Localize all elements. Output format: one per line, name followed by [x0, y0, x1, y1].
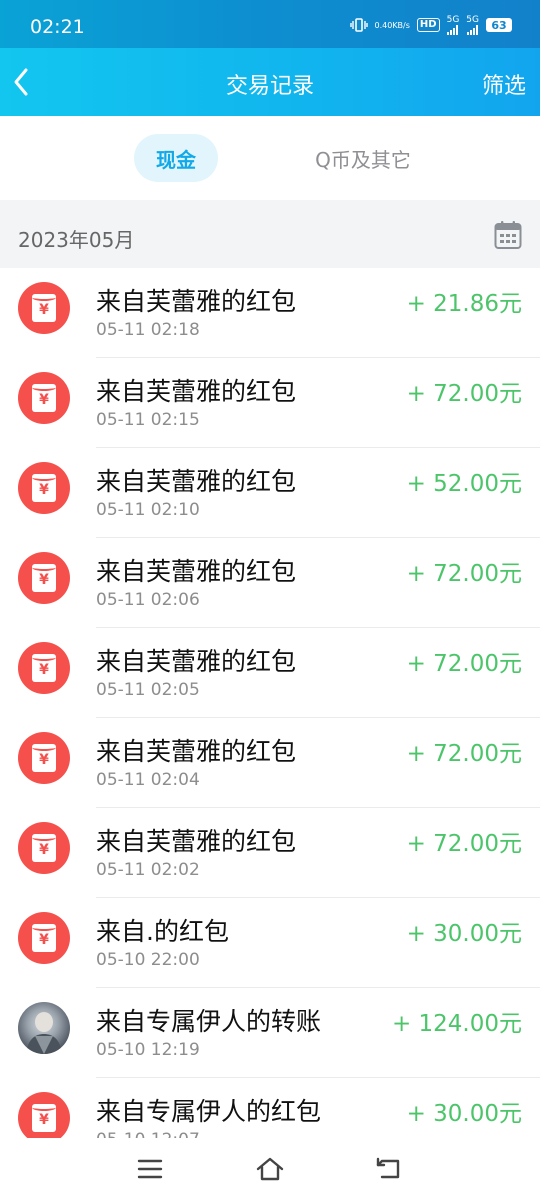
avatar	[18, 1002, 70, 1054]
red-packet-icon: ¥	[18, 732, 70, 784]
transaction-time: 05-11 02:04	[96, 770, 200, 790]
list-item[interactable]: 来自专属伊人的转账 05-10 12:19 + 124.00元	[0, 988, 540, 1078]
transaction-amount: + 72.00元	[406, 561, 522, 587]
transaction-amount: + 72.00元	[406, 651, 522, 677]
tab-cash[interactable]: 现金	[134, 134, 218, 182]
transaction-time: 05-10 22:00	[96, 950, 200, 970]
transaction-title: 来自专属伊人的转账	[96, 1007, 322, 1036]
red-packet-icon: ¥	[18, 372, 70, 424]
red-packet-icon: ¥	[18, 462, 70, 514]
home-icon[interactable]	[254, 1154, 286, 1184]
tab-qcoin[interactable]: Q币及其它	[300, 134, 426, 182]
transaction-amount: + 124.00元	[391, 1011, 522, 1037]
transaction-time: 05-11 02:18	[96, 320, 200, 340]
transaction-list: ¥ 来自芙蕾雅的红包 05-11 02:18 + 21.86元 ¥ 来自芙蕾雅的…	[0, 268, 540, 1138]
transaction-amount: + 52.00元	[406, 471, 522, 497]
list-item[interactable]: ¥ 来自专属伊人的红包 05-10 12:07 + 30.00元	[0, 1078, 540, 1138]
page-title: 交易记录	[225, 74, 314, 99]
red-packet-icon: ¥	[18, 552, 70, 604]
red-packet-icon: ¥	[18, 822, 70, 874]
chevron-left-icon	[14, 68, 28, 96]
red-packet-icon: ¥	[18, 1092, 70, 1138]
transaction-amount: + 72.00元	[406, 741, 522, 767]
list-item[interactable]: ¥ 来自芙蕾雅的红包 05-11 02:05 + 72.00元	[0, 628, 540, 718]
list-item[interactable]: ¥ 来自芙蕾雅的红包 05-11 02:10 + 52.00元	[0, 448, 540, 538]
transaction-title: 来自芙蕾雅的红包	[96, 647, 297, 676]
transaction-title: 来自芙蕾雅的红包	[96, 287, 297, 316]
red-packet-icon: ¥	[18, 642, 70, 694]
transaction-title: 来自专属伊人的红包	[96, 1097, 322, 1126]
battery-icon: 63	[486, 18, 512, 32]
transaction-amount: + 21.86元	[406, 291, 522, 317]
transaction-time: 05-10 12:07	[96, 1130, 200, 1138]
vibrate-icon	[349, 17, 368, 33]
status-bar: 02:21 0.40 KB/s HD 5G 5G 63	[0, 0, 540, 48]
back-button[interactable]	[8, 60, 48, 104]
list-item[interactable]: ¥ 来自芙蕾雅的红包 05-11 02:02 + 72.00元	[0, 808, 540, 898]
transaction-time: 05-11 02:05	[96, 680, 200, 700]
transaction-time: 05-11 02:10	[96, 500, 200, 520]
transaction-title: 来自芙蕾雅的红包	[96, 377, 297, 406]
transaction-title: 来自芙蕾雅的红包	[96, 827, 297, 856]
transaction-title: 来自.的红包	[96, 917, 229, 946]
transaction-time: 05-11 02:06	[96, 590, 200, 610]
red-packet-icon: ¥	[18, 912, 70, 964]
speed-value: 0.40	[374, 20, 393, 30]
red-packet-icon: ¥	[18, 282, 70, 334]
transaction-title: 来自芙蕾雅的红包	[96, 467, 297, 496]
signal-icon: 5G	[446, 14, 460, 35]
list-item[interactable]: ¥ 来自芙蕾雅的红包 05-11 02:15 + 72.00元	[0, 358, 540, 448]
transaction-amount: + 30.00元	[406, 921, 522, 947]
speed-unit: KB/s	[392, 20, 410, 30]
filter-button[interactable]: 筛选	[482, 68, 526, 100]
sim2-label: 5G	[466, 14, 479, 25]
tab-bar: 现金 Q币及其它	[0, 116, 540, 200]
list-item[interactable]: ¥ 来自.的红包 05-10 22:00 + 30.00元	[0, 898, 540, 988]
signal-icon: 5G	[466, 14, 479, 35]
transaction-time: 05-11 02:15	[96, 410, 200, 430]
month-label: 2023年05月	[18, 228, 135, 252]
sim1-label: 5G	[446, 14, 460, 25]
menu-icon[interactable]	[134, 1154, 166, 1184]
transaction-amount: + 72.00元	[406, 831, 522, 857]
system-nav-bar	[0, 1138, 540, 1200]
calendar-icon[interactable]	[494, 220, 522, 250]
month-header: 2023年05月	[0, 200, 540, 268]
transaction-amount: + 30.00元	[406, 1101, 522, 1127]
nav-bar: 交易记录 筛选	[0, 48, 540, 116]
status-time: 02:21	[30, 16, 85, 38]
transaction-title: 来自芙蕾雅的红包	[96, 557, 297, 586]
transaction-title: 来自芙蕾雅的红包	[96, 737, 297, 766]
list-item[interactable]: ¥ 来自芙蕾雅的红包 05-11 02:06 + 72.00元	[0, 538, 540, 628]
hd-icon: HD	[416, 18, 440, 32]
transaction-time: 05-10 12:19	[96, 1040, 200, 1060]
transaction-time: 05-11 02:02	[96, 860, 200, 880]
list-item[interactable]: ¥ 来自芙蕾雅的红包 05-11 02:18 + 21.86元	[0, 268, 540, 358]
status-icons: 0.40 KB/s HD 5G 5G 63	[349, 14, 512, 36]
network-speed: 0.40 KB/s	[375, 21, 410, 30]
list-item[interactable]: ¥ 来自芙蕾雅的红包 05-11 02:04 + 72.00元	[0, 718, 540, 808]
back-icon[interactable]	[374, 1154, 406, 1184]
transaction-amount: + 72.00元	[406, 381, 522, 407]
